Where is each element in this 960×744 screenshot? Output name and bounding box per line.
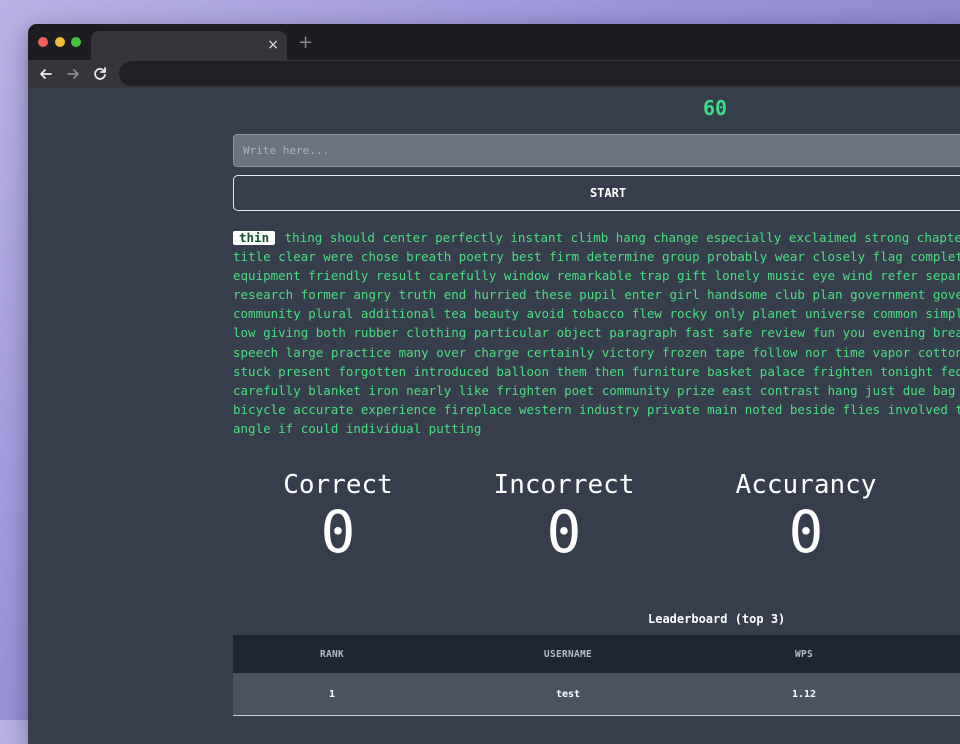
- wps-column-header: WPS: [705, 635, 903, 673]
- username-column-header: USERNAME: [431, 635, 705, 673]
- row-filler: [903, 673, 960, 716]
- word-line: angle if could individual putting: [233, 420, 482, 436]
- incorrect-label: Incorrect: [493, 470, 635, 500]
- browser-window: × + 60 START thin thing should center pe…: [28, 24, 960, 744]
- rank-column-header: RANK: [233, 635, 431, 673]
- leaderboard-header-row: RANK USERNAME WPS: [233, 635, 960, 673]
- browser-toolbar: [28, 60, 960, 88]
- accuracy-stat: Accurancy 0: [716, 470, 896, 564]
- leaderboard-title: Leaderboard (top 3): [648, 612, 786, 626]
- correct-label: Correct: [283, 470, 393, 500]
- word-line: thin thing should center perfectly insta…: [233, 228, 960, 247]
- correct-stat: Correct 0: [258, 470, 418, 564]
- minimize-window-button[interactable]: [55, 37, 65, 47]
- word-line: low giving both rubber clothing particul…: [233, 325, 960, 341]
- leaderboard-table: RANK USERNAME WPS 1 test 1.12: [233, 635, 960, 716]
- word-line: equipment friendly result carefully wind…: [233, 268, 960, 284]
- maximize-window-button[interactable]: [71, 37, 81, 47]
- word-line: bicycle accurate experience fireplace we…: [233, 401, 960, 417]
- word-line: research former angry truth end hurried …: [233, 287, 960, 303]
- word-line: speech large practice many over charge c…: [233, 344, 960, 360]
- wps-cell: 1.12: [705, 673, 903, 716]
- rank-cell: 1: [233, 673, 431, 716]
- new-tab-icon[interactable]: +: [298, 33, 313, 53]
- page-content: 60 START thin thing should center perfec…: [28, 88, 960, 744]
- close-tab-icon[interactable]: ×: [267, 37, 279, 53]
- current-word: thin: [233, 231, 276, 245]
- word-line: title clear were chose breath poetry bes…: [233, 249, 960, 265]
- browser-tab[interactable]: ×: [91, 31, 287, 60]
- timer-display: 60: [702, 96, 728, 120]
- forward-arrow-icon[interactable]: [63, 64, 83, 84]
- word-list: thin thing should center perfectly insta…: [233, 228, 960, 438]
- header-filler: [903, 635, 960, 673]
- correct-value: 0: [320, 498, 356, 566]
- accuracy-label: Accurancy: [735, 470, 877, 500]
- incorrect-value: 0: [546, 498, 582, 566]
- word-line: carefully blanket iron nearly like frigh…: [233, 382, 960, 398]
- reload-icon[interactable]: [90, 64, 110, 84]
- incorrect-stat: Incorrect 0: [474, 470, 654, 564]
- username-cell: test: [431, 673, 705, 716]
- browser-titlebar: × +: [28, 24, 960, 60]
- word-line: community plural additional tea beauty a…: [233, 306, 960, 322]
- table-row: 1 test 1.12: [233, 673, 960, 716]
- accuracy-value: 0: [788, 498, 824, 566]
- back-arrow-icon[interactable]: [36, 64, 56, 84]
- typing-input[interactable]: [233, 134, 960, 167]
- start-button[interactable]: START: [233, 175, 960, 211]
- word-line: stuck present forgotten introduced ballo…: [233, 363, 960, 379]
- address-bar[interactable]: [119, 61, 960, 86]
- close-window-button[interactable]: [38, 37, 48, 47]
